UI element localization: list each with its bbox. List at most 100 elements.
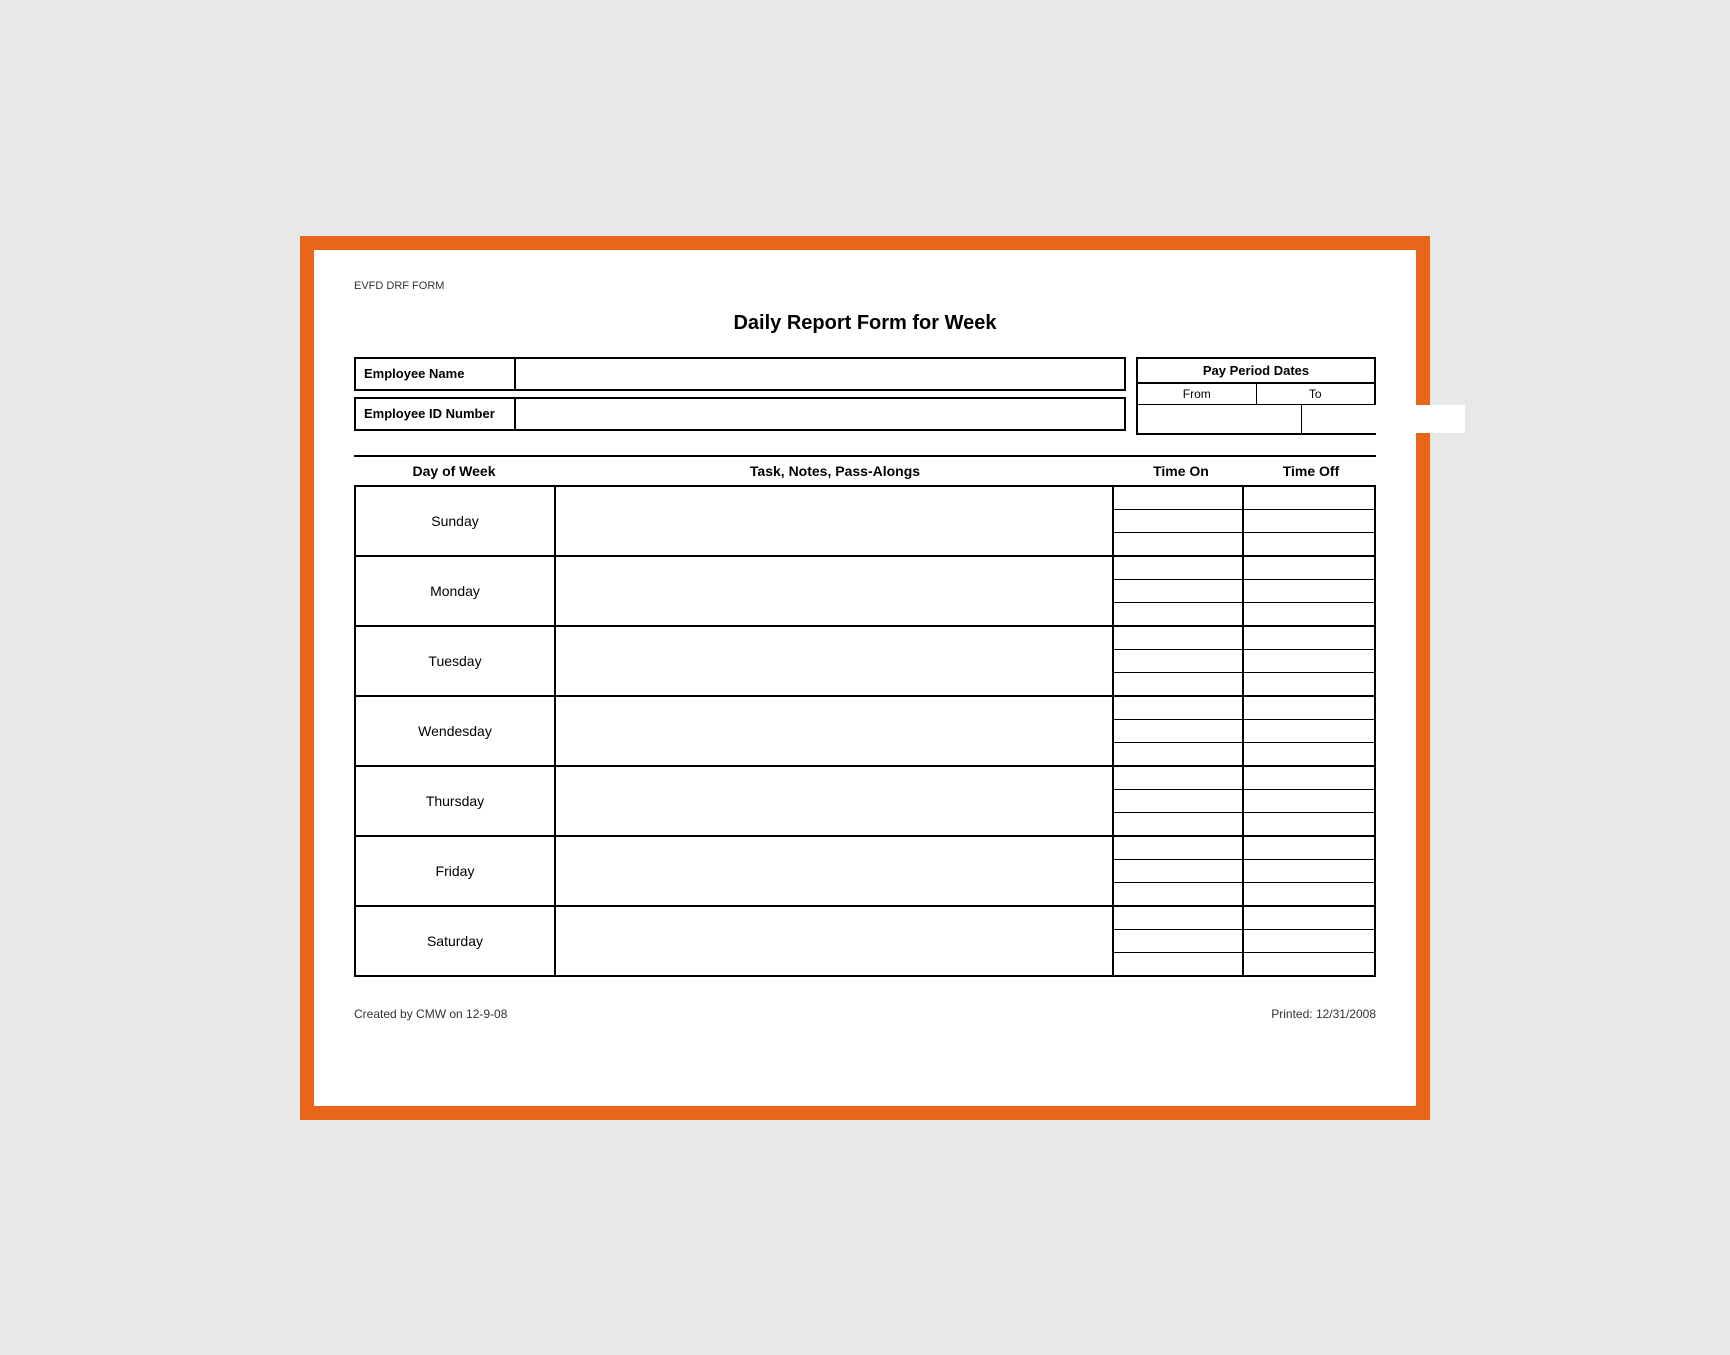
time-slot[interactable] (1244, 860, 1374, 883)
col-header-day: Day of Week (354, 463, 554, 479)
time-slot[interactable] (1244, 627, 1374, 650)
time-slot[interactable] (1114, 767, 1242, 790)
time-slot[interactable] (1244, 743, 1374, 765)
time-slot[interactable] (1114, 883, 1242, 905)
time-slot[interactable] (1244, 813, 1374, 835)
time-slot[interactable] (1114, 603, 1242, 625)
employee-id-input[interactable] (516, 399, 1124, 429)
time-slot[interactable] (1244, 650, 1374, 673)
day-tasks-tuesday[interactable] (556, 627, 1114, 695)
time-slot[interactable] (1244, 883, 1374, 905)
day-timeon-friday (1114, 837, 1244, 905)
time-slot[interactable] (1244, 720, 1374, 743)
page: EVFD DRF FORM Daily Report Form for Week… (314, 250, 1416, 1106)
time-slot[interactable] (1114, 930, 1242, 953)
pay-to-header: To (1257, 384, 1375, 405)
day-name-tuesday: Tuesday (356, 627, 556, 695)
form-label: EVFD DRF FORM (354, 280, 1376, 292)
col-header-timeon: Time On (1116, 463, 1246, 479)
time-slot[interactable] (1114, 953, 1242, 975)
day-row-wednesday: Wendesday (354, 695, 1376, 767)
time-slot[interactable] (1244, 510, 1374, 533)
time-slot[interactable] (1114, 697, 1242, 720)
pay-period-section: Pay Period Dates From To (1136, 357, 1376, 435)
day-tasks-wednesday[interactable] (556, 697, 1114, 765)
day-timeoff-saturday (1244, 907, 1374, 975)
pay-from-header: From (1138, 384, 1257, 405)
time-slot[interactable] (1114, 907, 1242, 930)
day-name-friday: Friday (356, 837, 556, 905)
grid-header: Day of Week Task, Notes, Pass-Alongs Tim… (354, 455, 1376, 487)
day-timeon-tuesday (1114, 627, 1244, 695)
day-row-sunday: Sunday (354, 485, 1376, 557)
day-timeon-wednesday (1114, 697, 1244, 765)
day-timeoff-tuesday (1244, 627, 1374, 695)
day-tasks-sunday[interactable] (556, 487, 1114, 555)
day-tasks-monday[interactable] (556, 557, 1114, 625)
day-timeoff-sunday (1244, 487, 1374, 555)
footer-created: Created by CMW on 12-9-08 (354, 1007, 507, 1021)
time-slot[interactable] (1244, 487, 1374, 510)
pay-from-input[interactable] (1138, 405, 1302, 433)
day-name-monday: Monday (356, 557, 556, 625)
time-slot[interactable] (1114, 650, 1242, 673)
time-slot[interactable] (1114, 813, 1242, 835)
col-header-timeoff: Time Off (1246, 463, 1376, 479)
day-timeoff-monday (1244, 557, 1374, 625)
employee-name-input[interactable] (516, 359, 1124, 389)
time-slot[interactable] (1114, 860, 1242, 883)
time-slot[interactable] (1244, 837, 1374, 860)
day-tasks-friday[interactable] (556, 837, 1114, 905)
time-slot[interactable] (1114, 580, 1242, 603)
grid-container: Day of Week Task, Notes, Pass-Alongs Tim… (354, 455, 1376, 977)
employee-name-label: Employee Name (356, 359, 516, 389)
footer: Created by CMW on 12-9-08 Printed: 12/31… (354, 1007, 1376, 1021)
inner-border: EVFD DRF FORM Daily Report Form for Week… (310, 246, 1420, 1110)
time-slot[interactable] (1244, 930, 1374, 953)
time-slot[interactable] (1244, 767, 1374, 790)
day-tasks-saturday[interactable] (556, 907, 1114, 975)
time-slot[interactable] (1114, 627, 1242, 650)
employee-id-label: Employee ID Number (356, 399, 516, 429)
header-section: Employee Name Employee ID Number Pay Per… (354, 357, 1376, 435)
day-timeoff-friday (1244, 837, 1374, 905)
day-row-saturday: Saturday (354, 905, 1376, 977)
time-slot[interactable] (1244, 533, 1374, 555)
day-tasks-thursday[interactable] (556, 767, 1114, 835)
time-slot[interactable] (1244, 673, 1374, 695)
pay-to-input[interactable] (1302, 405, 1465, 433)
time-slot[interactable] (1114, 720, 1242, 743)
time-slot[interactable] (1244, 580, 1374, 603)
day-row-friday: Friday (354, 835, 1376, 907)
day-name-wednesday: Wendesday (356, 697, 556, 765)
time-slot[interactable] (1114, 557, 1242, 580)
time-slot[interactable] (1114, 837, 1242, 860)
main-title: Daily Report Form for Week (354, 312, 1376, 335)
day-timeon-thursday (1114, 767, 1244, 835)
day-row-monday: Monday (354, 555, 1376, 627)
time-slot[interactable] (1114, 743, 1242, 765)
outer-border: EVFD DRF FORM Daily Report Form for Week… (300, 236, 1430, 1120)
time-slot[interactable] (1244, 557, 1374, 580)
day-name-thursday: Thursday (356, 767, 556, 835)
day-row-thursday: Thursday (354, 765, 1376, 837)
day-name-sunday: Sunday (356, 487, 556, 555)
time-slot[interactable] (1114, 487, 1242, 510)
employee-info: Employee Name Employee ID Number (354, 357, 1126, 431)
time-slot[interactable] (1114, 673, 1242, 695)
time-slot[interactable] (1114, 510, 1242, 533)
day-row-tuesday: Tuesday (354, 625, 1376, 697)
time-slot[interactable] (1244, 790, 1374, 813)
time-slot[interactable] (1244, 697, 1374, 720)
day-timeon-sunday (1114, 487, 1244, 555)
pay-period-title: Pay Period Dates (1138, 359, 1374, 384)
time-slot[interactable] (1114, 533, 1242, 555)
pay-from-to-row (1138, 405, 1374, 433)
time-slot[interactable] (1244, 953, 1374, 975)
day-timeoff-wednesday (1244, 697, 1374, 765)
time-slot[interactable] (1114, 790, 1242, 813)
col-header-tasks: Task, Notes, Pass-Alongs (554, 463, 1116, 479)
time-slot[interactable] (1244, 603, 1374, 625)
time-slot[interactable] (1244, 907, 1374, 930)
day-timeon-saturday (1114, 907, 1244, 975)
